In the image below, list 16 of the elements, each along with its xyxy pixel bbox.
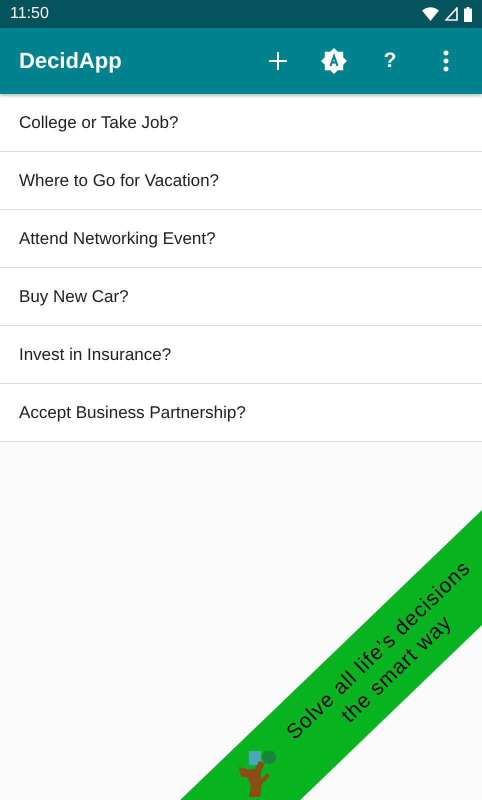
decision-item[interactable]: College or Take Job? bbox=[0, 94, 482, 152]
decision-item[interactable]: Invest in Insurance? bbox=[0, 326, 482, 384]
battery-icon bbox=[464, 6, 472, 22]
plus-icon bbox=[267, 50, 289, 72]
auto-brightness-icon bbox=[320, 47, 348, 75]
decision-item[interactable]: Buy New Car? bbox=[0, 268, 482, 326]
more-icon bbox=[443, 50, 449, 72]
decision-item[interactable]: Accept Business Partnership? bbox=[0, 384, 482, 442]
app-title: DecidApp bbox=[19, 48, 123, 74]
status-time: 11:50 bbox=[10, 5, 49, 23]
decision-item[interactable]: Attend Networking Event? bbox=[0, 210, 482, 268]
wifi-icon bbox=[422, 7, 439, 21]
help-button[interactable]: ? bbox=[362, 37, 418, 85]
tree-icon bbox=[237, 751, 279, 797]
decision-item[interactable]: Where to Go for Vacation? bbox=[0, 152, 482, 210]
signal-icon bbox=[445, 7, 458, 21]
